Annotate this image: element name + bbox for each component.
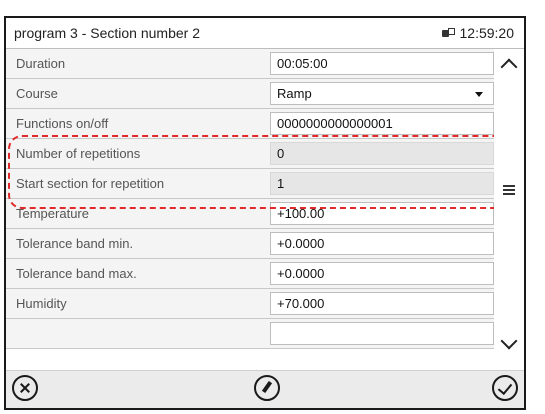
row-label: Start section for repetition — [16, 176, 165, 191]
chevron-down-icon[interactable] — [502, 337, 516, 351]
chevron-down-icon — [475, 92, 483, 97]
start-section-field[interactable]: 1 — [270, 172, 494, 195]
temperature-field[interactable]: +100.00 — [270, 202, 494, 225]
row-label: Temperature — [16, 206, 89, 221]
row-duration: Duration 00:05:00 — [6, 49, 494, 79]
humidity-field[interactable]: +70.000 — [270, 292, 494, 315]
row-partial — [6, 319, 494, 349]
row-tolerance-min: Tolerance band min. +0.0000 — [6, 229, 494, 259]
scrollbar[interactable] — [494, 49, 524, 369]
menu-icon[interactable] — [503, 185, 515, 197]
partial-field[interactable] — [270, 322, 494, 345]
network-icon — [441, 27, 456, 39]
title-bar: program 3 - Section number 2 12:59:20 — [6, 18, 524, 49]
row-label: Functions on/off — [16, 116, 109, 131]
row-label: Humidity — [16, 296, 67, 311]
duration-field[interactable]: 00:05:00 — [270, 52, 494, 75]
row-repetitions: Number of repetitions 0 — [6, 139, 494, 169]
row-humidity: Humidity +70.000 — [6, 289, 494, 319]
course-selected-value: Ramp — [277, 86, 312, 101]
tolerance-max-field[interactable]: +0.0000 — [270, 262, 494, 285]
row-label: Duration — [16, 56, 66, 71]
row-label: Course — [16, 86, 58, 101]
status-clock: 12:59:20 — [441, 25, 515, 41]
confirm-icon[interactable] — [492, 375, 518, 401]
row-label: Tolerance band min. — [16, 236, 134, 251]
chevron-up-icon[interactable] — [502, 59, 516, 73]
row-label: Number of repetitions — [16, 146, 141, 161]
window-title: program 3 - Section number 2 — [14, 25, 200, 41]
row-functions: Functions on/off 0000000000000001 — [6, 109, 494, 139]
row-temperature: Temperature +100.00 — [6, 199, 494, 229]
course-dropdown[interactable]: Ramp — [270, 82, 494, 105]
edit-icon[interactable] — [254, 375, 280, 401]
time-display: 12:59:20 — [459, 25, 515, 41]
row-tolerance-max: Tolerance band max. +0.0000 — [6, 259, 494, 289]
repetitions-field[interactable]: 0 — [270, 142, 494, 165]
action-bar — [6, 370, 524, 408]
parameter-list: Duration 00:05:00 Course Ramp Functions … — [6, 49, 494, 369]
controller-screen: program 3 - Section number 2 12:59:20 Du… — [4, 16, 526, 410]
row-label: Tolerance band max. — [16, 266, 137, 281]
tolerance-min-field[interactable]: +0.0000 — [270, 232, 494, 255]
functions-field[interactable]: 0000000000000001 — [270, 112, 494, 135]
row-start-section: Start section for repetition 1 — [6, 169, 494, 199]
row-course: Course Ramp — [6, 79, 494, 109]
cancel-icon[interactable] — [12, 375, 38, 401]
